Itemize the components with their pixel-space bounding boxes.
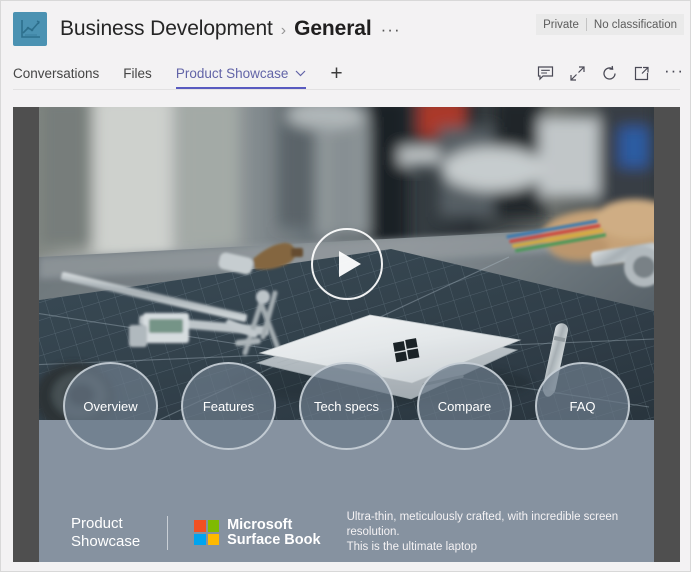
tagline-line2: This is the ultimate laptop [346, 541, 477, 553]
logo-square-blue [194, 533, 206, 545]
brand-line2: Surface Book [227, 531, 321, 548]
nav-circle-label: Compare [437, 398, 492, 414]
microsoft-surface-book-name: Microsoft Surface Book [227, 516, 321, 548]
teams-window: Business Development › General ··· Priva… [0, 0, 691, 572]
refresh-icon[interactable] [600, 65, 618, 83]
channel-header: Business Development › General ··· Priva… [1, 1, 690, 57]
brand-divider [167, 515, 169, 550]
classification-badge: Private No classification [536, 14, 684, 35]
expand-icon[interactable] [568, 65, 586, 83]
product-showcase-app: Overview Features Tech specs Compare FAQ… [13, 107, 680, 562]
tagline-line1: Ultra-thin, meticulously crafted, with i… [346, 511, 619, 538]
nav-circle-faq[interactable]: FAQ [535, 362, 630, 450]
add-tab-button[interactable]: + [330, 63, 342, 84]
breadcrumb: Business Development › General ··· [60, 17, 401, 41]
privacy-label: Private [543, 18, 579, 31]
breadcrumb-team[interactable]: Business Development [60, 17, 273, 41]
play-button[interactable] [310, 227, 383, 300]
product-tagline: Ultra-thin, meticulously crafted, with i… [347, 510, 654, 555]
tab-bar-divider [13, 89, 680, 90]
tab-bar: Conversations Files Product Showcase + ·… [1, 57, 690, 90]
tab-product-showcase[interactable]: Product Showcase [175, 57, 307, 90]
line-chart-icon [21, 20, 40, 38]
nav-circle-label: Features [202, 398, 255, 414]
nav-circle-label: Tech specs [313, 398, 380, 414]
more-options-icon[interactable]: ··· [664, 62, 684, 81]
logo-square-green [207, 520, 220, 532]
channel-more-options-icon[interactable]: ··· [381, 21, 401, 38]
nav-circle-label: FAQ [569, 398, 596, 414]
play-triangle-icon [339, 250, 361, 277]
chevron-down-icon[interactable] [295, 70, 306, 77]
brand-bar: Product Showcase Microsoft Surface Book … [39, 503, 654, 562]
badge-divider [585, 18, 587, 31]
chat-icon[interactable] [536, 65, 554, 83]
nav-circle-compare[interactable]: Compare [417, 362, 512, 450]
open-in-new-window-icon[interactable] [632, 65, 650, 83]
breadcrumb-channel[interactable]: General [294, 17, 372, 41]
tab-label: Files [123, 66, 152, 81]
logo-square-yellow [207, 533, 220, 545]
brand-line1: Microsoft [227, 516, 293, 533]
tab-label: Product Showcase [175, 66, 289, 81]
classification-label: No classification [593, 18, 677, 31]
microsoft-logo-icon [194, 520, 220, 545]
nav-circle-features[interactable]: Features [181, 362, 276, 450]
tab-label: Conversations [13, 66, 100, 81]
product-showcase-line2: Showcase [71, 532, 141, 550]
product-showcase-title: Product Showcase [71, 515, 159, 551]
tab-conversations[interactable]: Conversations [13, 57, 99, 90]
team-avatar[interactable] [13, 12, 47, 46]
nav-circle-label: Overview [83, 398, 138, 414]
nav-circle-tech-specs[interactable]: Tech specs [299, 362, 394, 450]
product-showcase-line1: Product [71, 514, 123, 532]
tab-files[interactable]: Files [123, 57, 152, 90]
logo-square-red [194, 520, 206, 532]
breadcrumb-separator-icon: › [280, 22, 287, 39]
tab-actions: ··· [536, 57, 684, 90]
nav-circle-overview[interactable]: Overview [63, 362, 158, 450]
